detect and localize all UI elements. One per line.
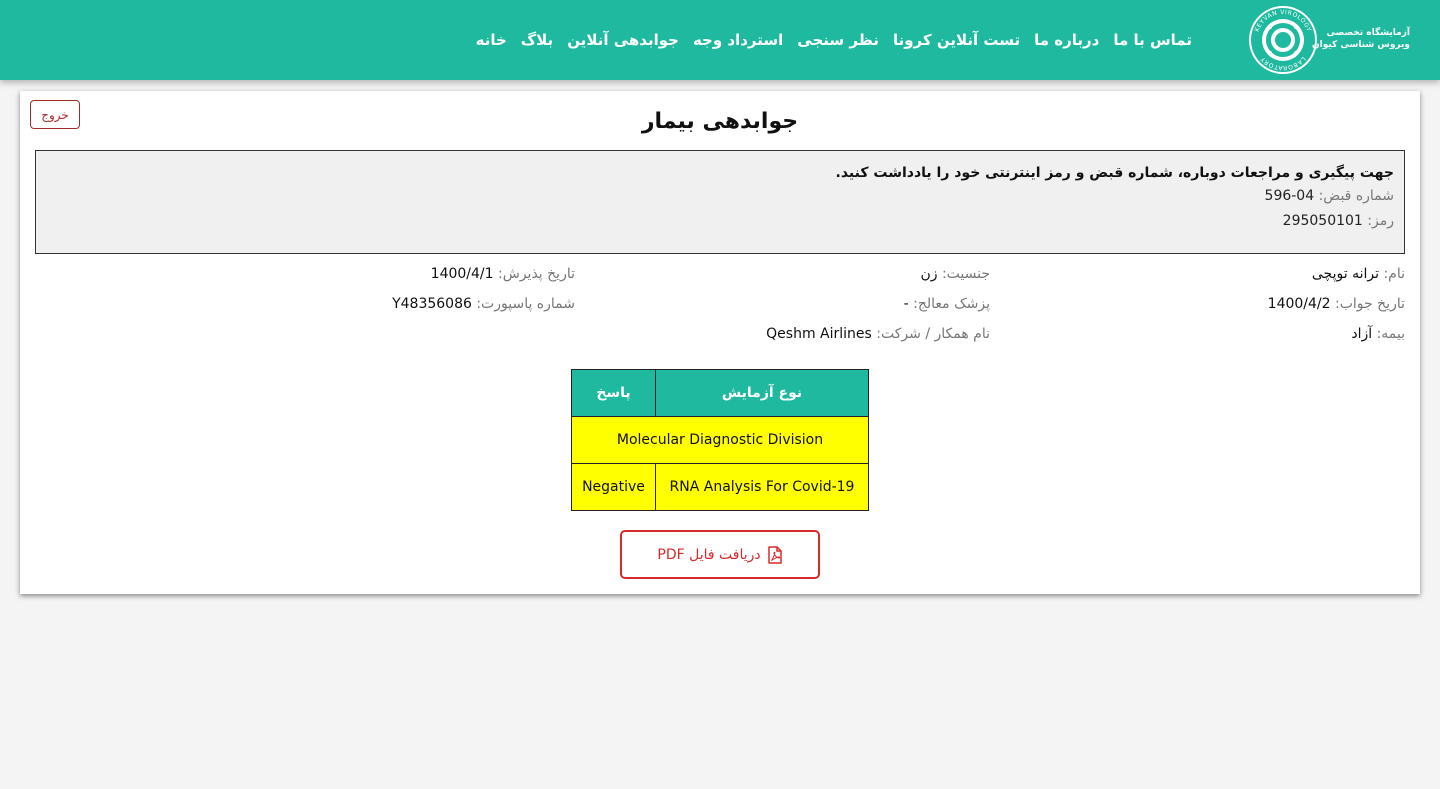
receipt-value: 596-04: [1264, 188, 1315, 204]
insurance-label: بیمه:: [1376, 326, 1405, 342]
receipt-number: شماره قبض: 596-04: [46, 184, 1394, 209]
nav-refund[interactable]: استرداد وجه: [693, 31, 783, 49]
header-test-type: نوع آزمایش: [655, 369, 869, 417]
pdf-file-icon: [767, 545, 782, 564]
insurance: بیمه: آزاد: [990, 326, 1405, 342]
main-nav: خانه بلاگ جوابدهی آنلاین استرداد وجه نظر…: [476, 0, 1192, 80]
notice-title: جهت پیگیری و مراجعات دوباره، شماره قبض و…: [835, 165, 1394, 181]
nav-blog[interactable]: بلاگ: [521, 31, 553, 49]
passport-label: شماره پاسپورت:: [476, 296, 575, 312]
result-date-value: 1400/4/2: [1267, 296, 1331, 312]
nav-contact[interactable]: تماس با ما: [1113, 31, 1192, 49]
table-row: RNA Analysis For Covid-19 Negative: [571, 463, 869, 511]
passport-value: Y48356086: [392, 296, 472, 312]
admission-label: تاریخ پذیرش:: [498, 266, 575, 282]
result-date: تاریخ جواب: 1400/4/2: [990, 296, 1405, 312]
password-value: 295050101: [1282, 213, 1363, 229]
password: رمز: 295050101: [46, 209, 1394, 234]
patient-info: نام: ترانه توپچی جنسیت: زن تاریخ پذیرش: …: [35, 259, 1405, 349]
results-table: نوع آزمایش پاسخ Molecular Diagnostic Div…: [571, 369, 869, 511]
table-section-row: Molecular Diagnostic Division: [571, 416, 869, 464]
receipt-notice: جهت پیگیری و مراجعات دوباره، شماره قبض و…: [35, 150, 1405, 254]
header-answer: پاسخ: [571, 369, 656, 417]
nav-about[interactable]: درباره ما: [1034, 31, 1099, 49]
download-pdf-button[interactable]: دریافت فایل PDF: [620, 530, 820, 579]
table-header-row: نوع آزمایش پاسخ: [571, 369, 869, 417]
logo-text: آزمایشگاه تخصصی ویروس شناسی کیوان: [1311, 27, 1410, 51]
patient-name: نام: ترانه توپچی: [990, 266, 1405, 282]
page-title: جوابدهی بیمار: [641, 109, 799, 134]
doctor: پزشک معالج: -: [575, 296, 990, 312]
name-value: ترانه توپچی: [1311, 266, 1379, 282]
doctor-label: پزشک معالج:: [913, 296, 990, 312]
nav-online-results[interactable]: جوابدهی آنلاین: [567, 31, 679, 49]
admission-value: 1400/4/1: [430, 266, 494, 282]
info-row: نام: ترانه توپچی جنسیت: زن تاریخ پذیرش: …: [35, 259, 1405, 289]
company-value: Qeshm Airlines: [766, 326, 872, 342]
insurance-value: آزاد: [1351, 326, 1373, 342]
company: نام همکار / شرکت: Qeshm Airlines: [575, 326, 990, 342]
site-header: KEYVAN VIROLOGY LABORATORY آزمایشگاه تخص…: [0, 0, 1440, 80]
patient-gender: جنسیت: زن: [575, 266, 990, 282]
patient-result-card: خروج جوابدهی بیمار جهت پیگیری و مراجعات …: [20, 91, 1420, 594]
name-label: نام:: [1383, 266, 1405, 282]
info-row: بیمه: آزاد نام همکار / شرکت: Qeshm Airli…: [35, 319, 1405, 349]
gender-label: جنسیت:: [941, 266, 990, 282]
receipt-label: شماره قبض:: [1318, 188, 1394, 204]
test-answer-cell: Negative: [571, 463, 656, 511]
lab-logo-icon[interactable]: KEYVAN VIROLOGY LABORATORY: [1248, 5, 1318, 75]
info-row: تاریخ جواب: 1400/4/2 پزشک معالج: - شماره…: [35, 289, 1405, 319]
logo-line-1: آزمایشگاه تخصصی: [1326, 28, 1410, 38]
admission-date: تاریخ پذیرش: 1400/4/1: [160, 266, 575, 282]
nav-survey[interactable]: نظر سنجی: [797, 31, 879, 49]
nav-home[interactable]: خانه: [476, 31, 507, 49]
download-pdf-label: دریافت فایل PDF: [657, 546, 761, 563]
logo-line-2: ویروس شناسی کیوان: [1311, 40, 1410, 50]
passport-number: شماره پاسپورت: Y48356086: [160, 296, 575, 312]
company-label: نام همکار / شرکت:: [876, 326, 990, 342]
test-name-cell: RNA Analysis For Covid-19: [655, 463, 869, 511]
gender-value: زن: [920, 266, 938, 282]
result-date-label: تاریخ جواب:: [1335, 296, 1405, 312]
nav-corona-test[interactable]: تست آنلاین کرونا: [893, 31, 1020, 49]
doctor-value: -: [903, 296, 909, 312]
password-label: رمز:: [1367, 213, 1394, 229]
section-title: Molecular Diagnostic Division: [571, 416, 869, 464]
